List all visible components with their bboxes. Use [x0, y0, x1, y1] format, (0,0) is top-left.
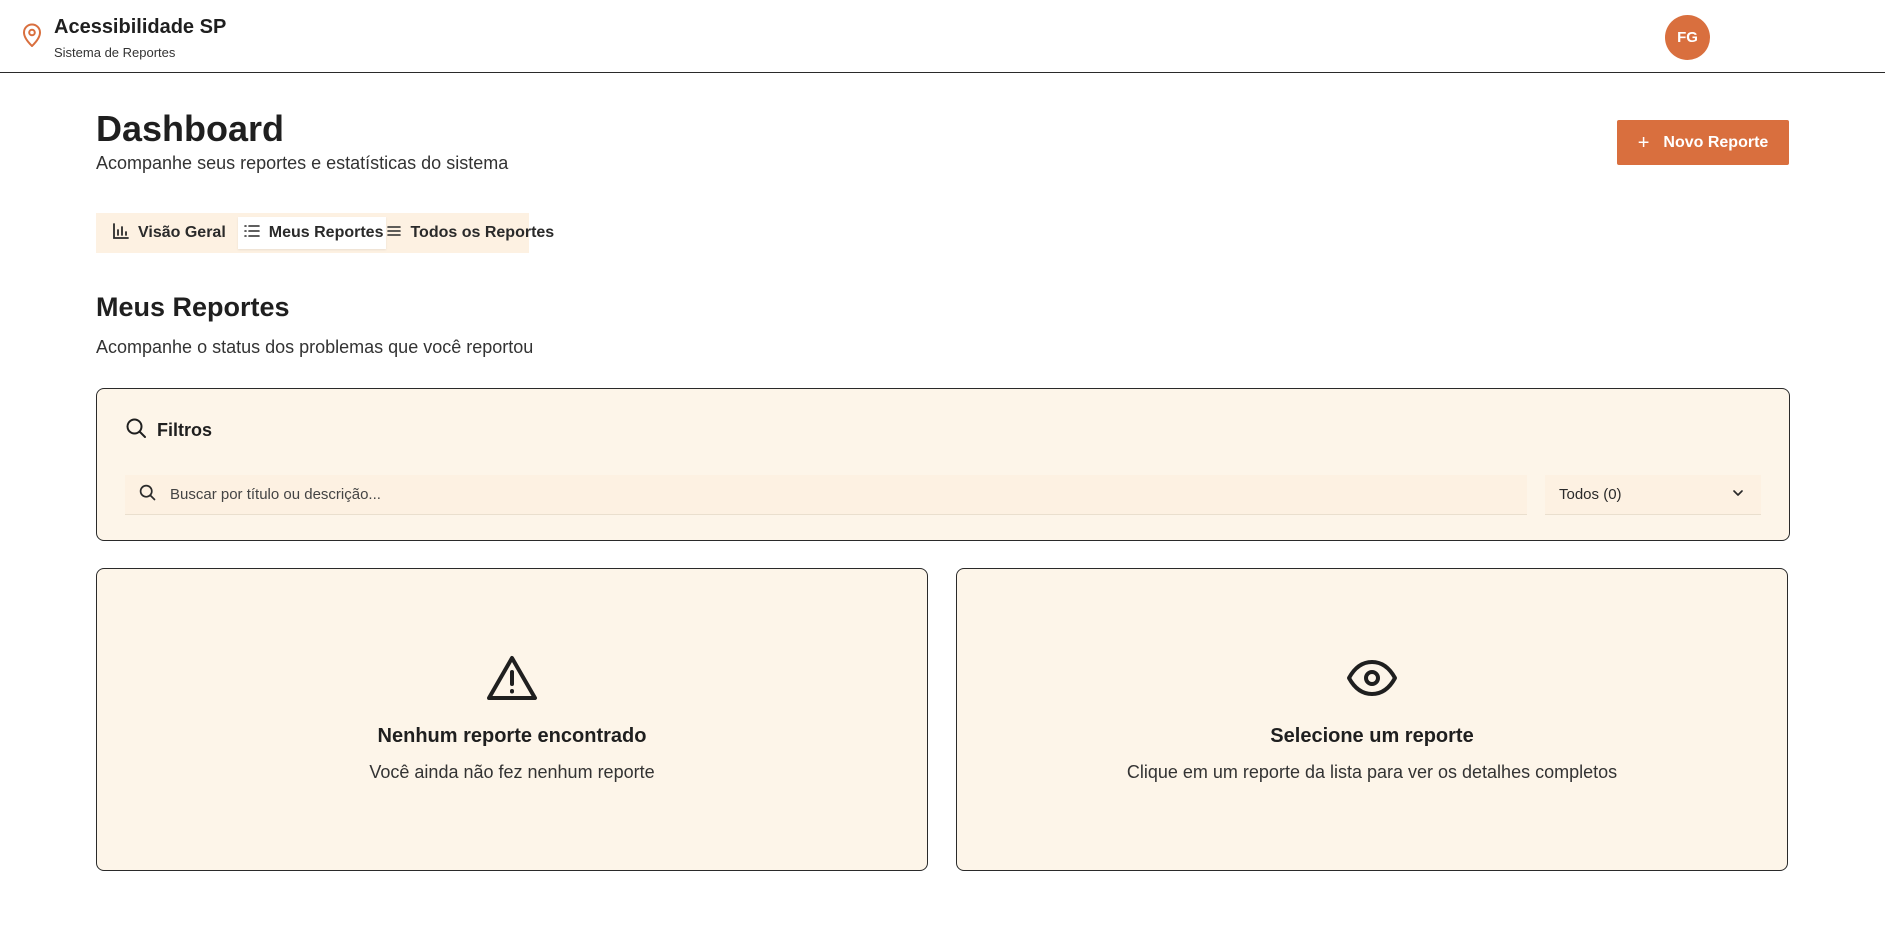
page-subtitle: Acompanhe seus reportes e estatísticas d… [96, 153, 509, 173]
bar-chart-icon [112, 222, 130, 245]
search-icon [125, 417, 147, 444]
tab-overview-label: Visão Geral [138, 224, 226, 241]
section-title: Meus Reportes [96, 292, 290, 322]
filters-title: Filtros [157, 420, 213, 440]
brand-subtitle: Sistema de Reportes [54, 45, 176, 60]
user-avatar[interactable]: FG [1665, 15, 1710, 60]
chevron-down-icon [1731, 486, 1745, 504]
brand-title: Acessibilidade SP [54, 16, 227, 38]
search-icon [139, 484, 156, 506]
filters-card: Filtros Todos (0) [96, 388, 1790, 541]
page-title: Dashboard [96, 108, 285, 149]
map-pin-icon [20, 22, 44, 48]
tab-bar: Visão Geral Meus Reportes Todos os Repor… [96, 213, 554, 253]
eye-icon [1346, 653, 1398, 703]
new-report-label: Novo Reporte [1663, 133, 1769, 151]
status-select[interactable]: Todos (0) [1545, 475, 1761, 515]
search-input[interactable] [170, 486, 1527, 503]
menu-icon [386, 223, 402, 244]
empty-detail-title: Selecione um reporte [1270, 725, 1474, 747]
empty-list-title: Nenhum reporte encontrado [377, 725, 647, 747]
new-report-button[interactable]: + Novo Reporte [1617, 120, 1789, 165]
search-field [125, 475, 1527, 515]
tab-my-reports[interactable]: Meus Reportes [237, 217, 387, 249]
filters-header: Filtros [125, 417, 212, 444]
tab-overview[interactable]: Visão Geral [100, 217, 238, 249]
warning-icon [485, 653, 539, 703]
section-subtitle: Acompanhe o status dos problemas que voc… [96, 337, 534, 357]
plus-icon: + [1637, 131, 1650, 154]
empty-detail-text: Clique em um reporte da lista para ver o… [1126, 762, 1618, 782]
report-detail-panel: Selecione um reporte Clique em um report… [956, 568, 1788, 871]
top-header: Acessibilidade SP Sistema de Reportes FG [0, 0, 1885, 73]
tab-my-reports-label: Meus Reportes [268, 224, 384, 241]
status-select-value: Todos (0) [1559, 486, 1622, 503]
list-icon [243, 222, 261, 245]
reports-list-panel: Nenhum reporte encontrado Você ainda não… [96, 568, 928, 871]
tab-all-reports-label: Todos os Reportes [410, 224, 555, 241]
tab-all-reports[interactable]: Todos os Reportes [386, 217, 566, 249]
empty-list-text: Você ainda não fez nenhum reporte [369, 762, 655, 782]
